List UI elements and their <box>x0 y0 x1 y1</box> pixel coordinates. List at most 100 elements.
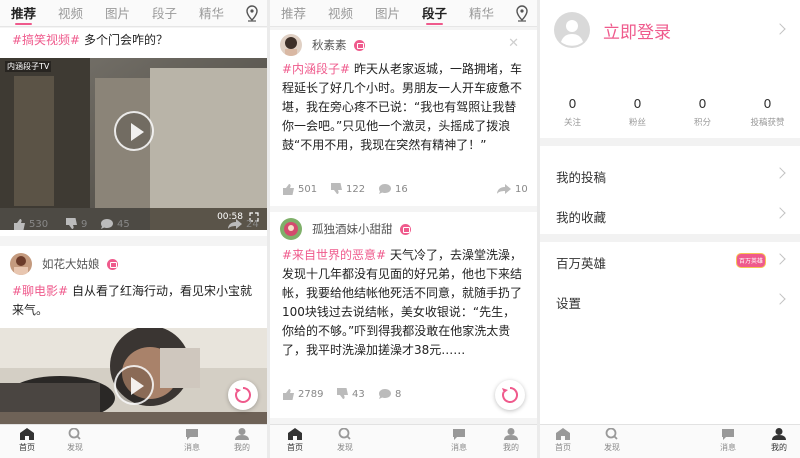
post-card[interactable]: #搞笑视频# 多个门会咋的？ 内涵段子TV 00:58 <box>0 28 267 236</box>
location-pin-icon[interactable] <box>245 5 259 22</box>
stat-points[interactable]: 0 积分 <box>670 96 735 128</box>
chevron-right-icon <box>774 293 786 305</box>
location-pin-icon[interactable] <box>515 5 529 22</box>
avatar[interactable] <box>280 218 302 240</box>
bottom-nav: 首页 发现 消息 我的 <box>540 424 800 458</box>
like-count: 530 <box>29 218 49 230</box>
section-divider <box>540 234 800 242</box>
tab-jokes[interactable]: 段子 <box>141 0 188 27</box>
avatar[interactable] <box>280 34 302 56</box>
video-watermark: 内涵段子TV <box>5 61 52 72</box>
login-row[interactable]: 立即登录 <box>540 12 800 72</box>
nav-discover[interactable]: 发现 <box>597 428 627 453</box>
nav-messages[interactable]: 消息 <box>444 428 474 453</box>
post-tag[interactable]: #聊电影# <box>12 284 68 298</box>
thumbs-down-icon <box>331 183 342 194</box>
stat-followers[interactable]: 0 粉丝 <box>605 96 670 128</box>
refresh-button[interactable] <box>495 380 525 410</box>
user-icon <box>504 428 518 440</box>
comment-button[interactable]: 16 <box>378 183 408 195</box>
menu-my-favorites[interactable]: 我的收藏 <box>540 197 800 233</box>
section-divider <box>540 138 800 146</box>
comment-icon <box>379 184 391 194</box>
username[interactable]: 秋素素 <box>312 37 347 53</box>
menu-my-posts[interactable]: 我的投稿 <box>540 157 800 193</box>
avatar[interactable] <box>10 253 32 275</box>
tab-video[interactable]: 视频 <box>47 0 94 27</box>
refresh-button[interactable] <box>228 380 258 410</box>
share-button[interactable]: 24 <box>227 218 259 230</box>
post-author[interactable]: 秋素素 ✕ <box>270 30 537 60</box>
nav-mine[interactable]: 我的 <box>227 428 257 453</box>
stats-row: 0 关注 0 粉丝 0 积分 0 投稿获赞 <box>540 96 800 128</box>
nav-discover[interactable]: 发现 <box>60 428 90 453</box>
feed-screen-recommend: 推荐 视频 图片 段子 精华 #搞笑视频# 多个门会咋的？ 内涵段子TV 00:… <box>0 0 267 458</box>
chevron-right-icon <box>774 207 786 219</box>
nav-mine[interactable]: 我的 <box>764 428 794 453</box>
nav-messages[interactable]: 消息 <box>713 428 743 453</box>
play-button[interactable] <box>114 111 154 151</box>
dislike-button[interactable]: 122 <box>330 183 365 195</box>
home-icon <box>556 428 570 440</box>
username[interactable]: 如花大姑娘 <box>42 256 100 272</box>
dislike-button[interactable]: 43 <box>336 388 365 400</box>
comment-button[interactable]: 8 <box>378 388 401 400</box>
search-icon <box>605 428 618 440</box>
stat-following[interactable]: 0 关注 <box>540 96 605 128</box>
nav-home[interactable]: 首页 <box>548 428 578 453</box>
post-actions: 501 122 16 10 <box>270 179 537 199</box>
tab-featured[interactable]: 精华 <box>188 0 235 27</box>
post-text: #聊电影# 自从看了红海行动，看见宋小宝就来气。 <box>12 284 252 317</box>
comment-count: 8 <box>395 388 402 400</box>
feed-screen-jokes: 推荐 视频 图片 段子 精华 秋素素 ✕ #内涵段子# 昨天从老家返城，一路拥堵… <box>270 0 537 458</box>
tab-featured[interactable]: 精华 <box>458 0 505 27</box>
tab-recommend[interactable]: 推荐 <box>270 0 317 27</box>
share-count: 10 <box>515 183 528 195</box>
nav-messages[interactable]: 消息 <box>177 428 207 453</box>
post-author[interactable]: 如花大姑娘 <box>0 246 267 282</box>
tab-recommend[interactable]: 推荐 <box>0 0 47 27</box>
login-link[interactable]: 立即登录 <box>603 18 671 43</box>
tab-image[interactable]: 图片 <box>94 0 141 27</box>
message-icon <box>186 429 198 440</box>
comment-button[interactable]: 45 <box>100 218 130 230</box>
home-icon <box>288 428 302 440</box>
post-text: #来自世界的恶意# 天气冷了，去澡堂洗澡，发现十几年都没有见面的好兄弟，他也下来… <box>282 248 523 357</box>
search-icon <box>338 428 351 440</box>
stat-likes-received[interactable]: 0 投稿获赞 <box>735 96 800 128</box>
post-author[interactable]: 孤独酒妹小甜甜 <box>270 212 537 246</box>
menu-settings[interactable]: 设置 <box>540 283 800 319</box>
nav-mine[interactable]: 我的 <box>496 428 526 453</box>
nav-discover[interactable]: 发现 <box>330 428 360 453</box>
video-player[interactable] <box>0 328 267 426</box>
play-button[interactable] <box>114 365 154 405</box>
comment-count: 45 <box>117 218 130 230</box>
like-button[interactable]: 2789 <box>282 388 323 400</box>
tab-image[interactable]: 图片 <box>364 0 411 27</box>
share-button[interactable]: 10 <box>496 183 528 195</box>
post-actions: 530 9 45 24 <box>0 214 267 234</box>
default-avatar-icon[interactable] <box>554 12 590 48</box>
video-player[interactable]: 内涵段子TV 00:58 <box>0 58 267 230</box>
message-icon <box>722 429 734 440</box>
thumbs-down-icon <box>66 218 77 229</box>
like-button[interactable]: 501 <box>282 183 317 195</box>
menu-million-heroes[interactable]: 百万英雄 百万英雄 <box>540 243 800 279</box>
post-card[interactable]: 如花大姑娘 #聊电影# 自从看了红海行动，看见宋小宝就来气。 <box>0 246 267 426</box>
post-tag[interactable]: #搞笑视频# <box>12 33 80 47</box>
nav-home[interactable]: 首页 <box>12 428 42 453</box>
top-tab-bar: 推荐 视频 图片 段子 精华 <box>0 0 267 27</box>
like-button[interactable]: 530 <box>13 218 48 230</box>
message-icon <box>453 429 465 440</box>
thumbs-up-icon <box>14 219 25 230</box>
nav-home[interactable]: 首页 <box>280 428 310 453</box>
post-tag[interactable]: #来自世界的恶意# <box>282 248 386 262</box>
level-badge-icon <box>353 39 365 51</box>
tab-jokes[interactable]: 段子 <box>411 0 458 27</box>
user-icon <box>235 428 249 440</box>
post-tag[interactable]: #内涵段子# <box>282 62 350 76</box>
tab-video[interactable]: 视频 <box>317 0 364 27</box>
dislike-button[interactable]: 9 <box>65 218 87 230</box>
username[interactable]: 孤独酒妹小甜甜 <box>312 221 393 237</box>
close-icon[interactable]: ✕ <box>508 36 519 51</box>
